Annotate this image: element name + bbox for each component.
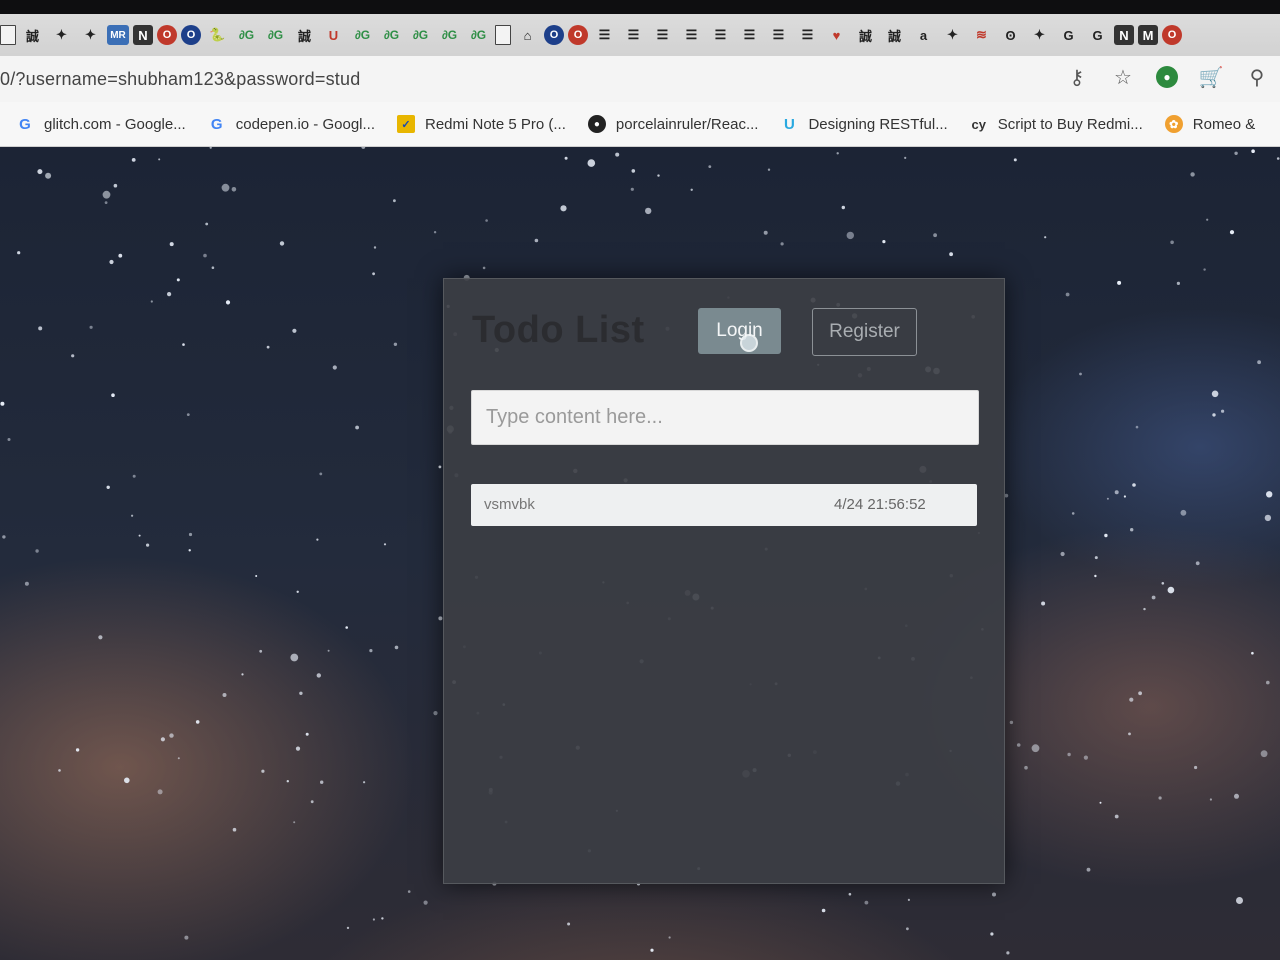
u-icon[interactable]: U xyxy=(321,24,346,46)
extensions-bar: 誠 ✦ ✦ MR N O O 🐍 ∂G ∂G 誠 U ∂G ∂G ∂G ∂G ∂G ⌂ O O ☰ ☰ ☰ ☰ ☰ ☰ ☰ ☰ ♥ 誠誠 a… xyxy=(0,14,1280,56)
list-icon[interactable]: ☰ xyxy=(621,24,646,46)
home-icon[interactable]: ⌂ xyxy=(515,24,540,46)
list-icon[interactable]: ☰ xyxy=(679,24,704,46)
page-title: Todo List xyxy=(472,309,645,351)
kanji-icon[interactable]: 誠 xyxy=(882,24,907,46)
cart-icon[interactable]: 🛒 xyxy=(1198,64,1224,90)
gfg-icon[interactable]: ∂G xyxy=(350,24,375,46)
notion-icon[interactable]: N xyxy=(1114,25,1134,45)
opera-icon[interactable]: O xyxy=(1162,25,1182,45)
bookmarks-bar: Gglitch.com - Google... Gcodepen.io - Goo… xyxy=(0,102,1280,147)
udemy-icon: U xyxy=(784,115,795,133)
extension-faded-icon[interactable]: ⚲ xyxy=(1244,64,1270,90)
page-icon[interactable] xyxy=(495,25,511,45)
bookmark-label: Romeo & xyxy=(1192,115,1256,133)
list-icon[interactable]: ☰ xyxy=(795,24,820,46)
bookmark-label: Script to Buy Redmi... xyxy=(997,115,1143,133)
star-icon[interactable]: ☆ xyxy=(1110,64,1136,90)
gfg-icon[interactable]: ∂G xyxy=(234,24,259,46)
bookmark-label: Designing RESTful... xyxy=(808,115,948,133)
opera-icon[interactable]: O xyxy=(157,25,177,45)
kanji-icon[interactable]: 誠 xyxy=(292,24,317,46)
gfg-icon[interactable]: ∂G xyxy=(379,24,404,46)
bookmark-item[interactable]: ✓ Redmi Note 5 Pro (... xyxy=(397,115,566,133)
gfg-icon[interactable]: ∂G xyxy=(408,24,433,46)
page-icon[interactable] xyxy=(0,25,16,45)
list-icon[interactable]: ☰ xyxy=(766,24,791,46)
medium-icon[interactable]: M xyxy=(1138,25,1158,45)
login-button[interactable]: Login xyxy=(698,308,781,354)
bookmark-label: porcelainruler/Reac... xyxy=(615,115,759,133)
bookmark-item[interactable]: ● porcelainruler/Reac... xyxy=(587,115,759,133)
github-icon: ● xyxy=(587,115,606,133)
list-icon[interactable]: ☰ xyxy=(708,24,733,46)
kanji-icon[interactable]: 誠 xyxy=(853,24,878,46)
python-icon[interactable]: 🐍 xyxy=(205,24,230,46)
window-top-edge xyxy=(0,0,1280,14)
address-bar-actions: ⚷ ☆ ● 🛒 ⚲ xyxy=(1064,64,1270,90)
gfg-icon[interactable]: ∂G xyxy=(437,24,462,46)
opera-icon[interactable]: O xyxy=(568,25,588,45)
list-icon[interactable]: ☰ xyxy=(737,24,762,46)
todo-item-text: vsmvbk xyxy=(484,496,535,513)
bookmark-item[interactable]: Gcodepen.io - Googl... xyxy=(208,115,375,133)
bookmark-label: Redmi Note 5 Pro (... xyxy=(425,115,566,133)
bookmark-label: glitch.com - Google... xyxy=(44,115,186,133)
bookmark-item[interactable]: ✿ Romeo & xyxy=(1164,115,1256,133)
page-background: Todo List Login Register vsmvbk 4/24 21:… xyxy=(0,147,1280,960)
todo-item[interactable]: vsmvbk 4/24 21:56:52 xyxy=(471,484,977,526)
todo-card: Todo List Login Register vsmvbk 4/24 21:… xyxy=(443,278,1005,884)
mouse-cursor-icon xyxy=(740,334,758,352)
bookmark-item[interactable]: U Designing RESTful... xyxy=(780,115,948,133)
notion-icon[interactable]: N xyxy=(133,25,153,45)
gfg-icon[interactable]: ∂G xyxy=(466,24,491,46)
google-icon[interactable]: G xyxy=(1056,24,1081,46)
figure-icon[interactable]: ✦ xyxy=(78,24,103,46)
o-icon[interactable]: O xyxy=(181,25,201,45)
bookmark-item[interactable]: cy Script to Buy Redmi... xyxy=(970,115,1143,133)
bookmark-item[interactable]: Gglitch.com - Google... xyxy=(16,115,186,133)
cy-icon: cy xyxy=(971,116,986,132)
amazon-icon[interactable]: a xyxy=(911,24,936,46)
google-icon: G xyxy=(210,115,223,133)
figure-icon[interactable]: ✦ xyxy=(1027,24,1052,46)
google-icon: G xyxy=(19,115,31,133)
redmi-icon: ✓ xyxy=(397,115,415,133)
bookmark-label: codepen.io - Googl... xyxy=(235,115,375,133)
list-icon[interactable]: ☰ xyxy=(650,24,675,46)
o-icon[interactable]: O xyxy=(544,25,564,45)
list-icon[interactable]: ☰ xyxy=(592,24,617,46)
key-icon[interactable]: ⚷ xyxy=(1064,64,1090,90)
mr-icon[interactable]: MR xyxy=(107,25,129,45)
todo-content-input[interactable] xyxy=(471,390,979,445)
google-icon[interactable]: G xyxy=(1085,24,1110,46)
url-text[interactable]: 0/?username=shubham123&password=stud xyxy=(0,69,360,90)
kanji-icon[interactable]: 誠 xyxy=(20,24,45,46)
todo-item-timestamp: 4/24 21:56:52 xyxy=(834,496,926,513)
bunny-icon[interactable]: ʘ xyxy=(998,24,1023,46)
address-bar[interactable]: 0/?username=shubham123&password=stud ⚷ ☆… xyxy=(0,56,1280,102)
pocket-icon[interactable]: ♥ xyxy=(824,24,849,46)
romeo-icon: ✿ xyxy=(1164,115,1183,133)
figure-icon[interactable]: ✦ xyxy=(940,24,965,46)
lines-icon[interactable]: ≋ xyxy=(969,24,994,46)
figure-icon[interactable]: ✦ xyxy=(49,24,74,46)
extension-green-icon[interactable]: ● xyxy=(1156,66,1178,88)
register-button[interactable]: Register xyxy=(812,308,917,356)
gfg-icon[interactable]: ∂G xyxy=(263,24,288,46)
